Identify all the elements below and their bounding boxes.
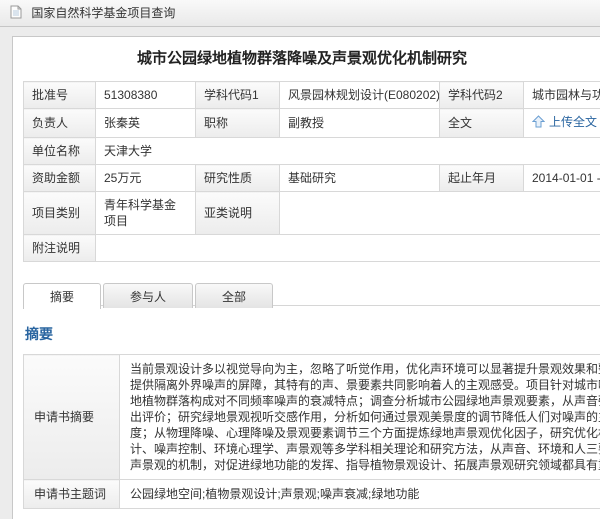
field-label-keywords: 申请书主题词 — [23, 479, 120, 509]
table-row: 项目类别 青年科学基金项目 亚类说明 — [23, 191, 600, 235]
field-value-job-title: 副教授 — [279, 108, 440, 138]
content-box: 城市公园绿地植物群落降噪及声景观优化机制研究 批准号 51308380 学科代码… — [12, 36, 600, 519]
field-value-organization: 天津大学 — [95, 137, 600, 165]
field-value-subclass — [279, 191, 600, 235]
tab-abstract[interactable]: 摘要 — [23, 283, 102, 309]
table-row: 资助金额 25万元 研究性质 基础研究 起止年月 2014-01-01 - 20… — [23, 164, 600, 192]
table-row: 负责人 张秦英 职称 副教授 全文 上传全文 (获50 — [23, 108, 600, 138]
field-value-approval: 51308380 — [95, 81, 196, 109]
field-label-fulltext: 全文 — [439, 108, 524, 138]
field-label-job-title: 职称 — [195, 108, 280, 138]
field-label-leader: 负责人 — [23, 108, 96, 138]
abstract-line: 声景观的机制，对促进绿地功能的发挥、指导植物景观设计、拓展声景观研究领域都具有重… — [130, 458, 600, 472]
abstract-table: 申请书摘要 当前景观设计多以视觉导向为主，忽略了听觉作用，优化声环境可以显著提升… — [23, 354, 600, 509]
tab-participants[interactable]: 参与人 — [103, 283, 194, 308]
tab-all[interactable]: 全部 — [195, 283, 274, 308]
field-label-abstract: 申请书摘要 — [23, 354, 120, 480]
table-row: 单位名称 天津大学 — [23, 137, 600, 165]
field-value-fulltext: 上传全文 (获50 — [523, 108, 600, 138]
field-label-subject-code1: 学科代码1 — [195, 81, 280, 109]
topbar: 国家自然科学基金项目查询 — [0, 0, 600, 27]
field-value-research-nature: 基础研究 — [279, 164, 440, 192]
field-label-organization: 单位名称 — [23, 137, 96, 165]
up-arrow-icon — [531, 115, 546, 132]
abstract-line: 计、噪声控制、环境心理学、声景观等多学科相关理论和研究方法，从声音、环境和人三要… — [130, 442, 600, 456]
field-value-amount: 25万元 — [95, 164, 196, 192]
abstract-line: 提供隔离外界噪声的屏障，其特有的声、景要素共同影响着人的主观感受。项目针对城市噪… — [130, 378, 600, 392]
abstract-line: 当前景观设计多以视觉导向为主，忽略了听觉作用，优化声环境可以显著提升景观效果和整… — [130, 362, 600, 376]
section-heading-abstract: 摘要 — [25, 326, 53, 342]
table-row: 申请书摘要 当前景观设计多以视觉导向为主，忽略了听觉作用，优化声环境可以显著提升… — [23, 354, 600, 480]
field-value-leader: 张秦英 — [95, 108, 196, 138]
table-row: 申请书主题词 公园绿地空间;植物景观设计;声景观;噪声衰减;绿地功能 — [23, 479, 600, 509]
table-row: 批准号 51308380 学科代码1 风景园林规划设计(E080202) 学科代… — [23, 81, 600, 109]
page-title: 国家自然科学基金项目查询 — [31, 6, 176, 20]
project-title: 城市公园绿地植物群落降噪及声景观优化机制研究 — [136, 50, 467, 67]
field-label-note: 附注说明 — [23, 234, 96, 262]
field-value-subject-code2: 城市园林与功能(C — [523, 81, 600, 109]
field-label-period: 起止年月 — [439, 164, 524, 192]
page: 国家自然科学基金项目查询 城市公园绿地植物群落降噪及声景观优化机制研究 批准号 … — [0, 0, 600, 519]
field-value-note — [95, 234, 600, 262]
abstract-line: 度；从物理降噪、心理降噪及景观要素调节三个方面提炼绿地声景观优化因子，研究优化机… — [130, 426, 600, 440]
document-icon — [10, 2, 22, 28]
field-label-category: 项目类别 — [23, 191, 96, 235]
table-row: 附注说明 — [23, 234, 600, 262]
field-label-subclass: 亚类说明 — [195, 191, 280, 235]
field-label-subject-code2: 学科代码2 — [439, 81, 524, 109]
field-label-approval: 批准号 — [23, 81, 96, 109]
field-label-research-nature: 研究性质 — [195, 164, 280, 192]
field-value-category: 青年科学基金项目 — [95, 191, 196, 235]
field-value-abstract: 当前景观设计多以视觉导向为主，忽略了听觉作用，优化声环境可以显著提升景观效果和整… — [119, 354, 600, 480]
field-value-period: 2014-01-01 - 2016 — [523, 164, 600, 192]
abstract-line: 出评价；研究绿地景观视听交感作用，分析如何通过景观美景度的调节降低人们对噪声的主… — [130, 410, 600, 424]
tab-bar: 摘要 参与人 全部 — [23, 282, 600, 309]
field-label-amount: 资助金额 — [23, 164, 96, 192]
project-info-table: 批准号 51308380 学科代码1 风景园林规划设计(E080202) 学科代… — [23, 81, 600, 262]
field-value-subject-code1: 风景园林规划设计(E080202) — [279, 81, 440, 109]
abstract-line: 地植物群落构成对不同频率噪声的衰减特点；调查分析城市公园绿地声景观要素，从声音强… — [130, 394, 600, 408]
upload-fulltext-link[interactable]: 上传全文 — [549, 115, 597, 129]
field-value-keywords: 公园绿地空间;植物景观设计;声景观;噪声衰减;绿地功能 — [119, 479, 600, 509]
